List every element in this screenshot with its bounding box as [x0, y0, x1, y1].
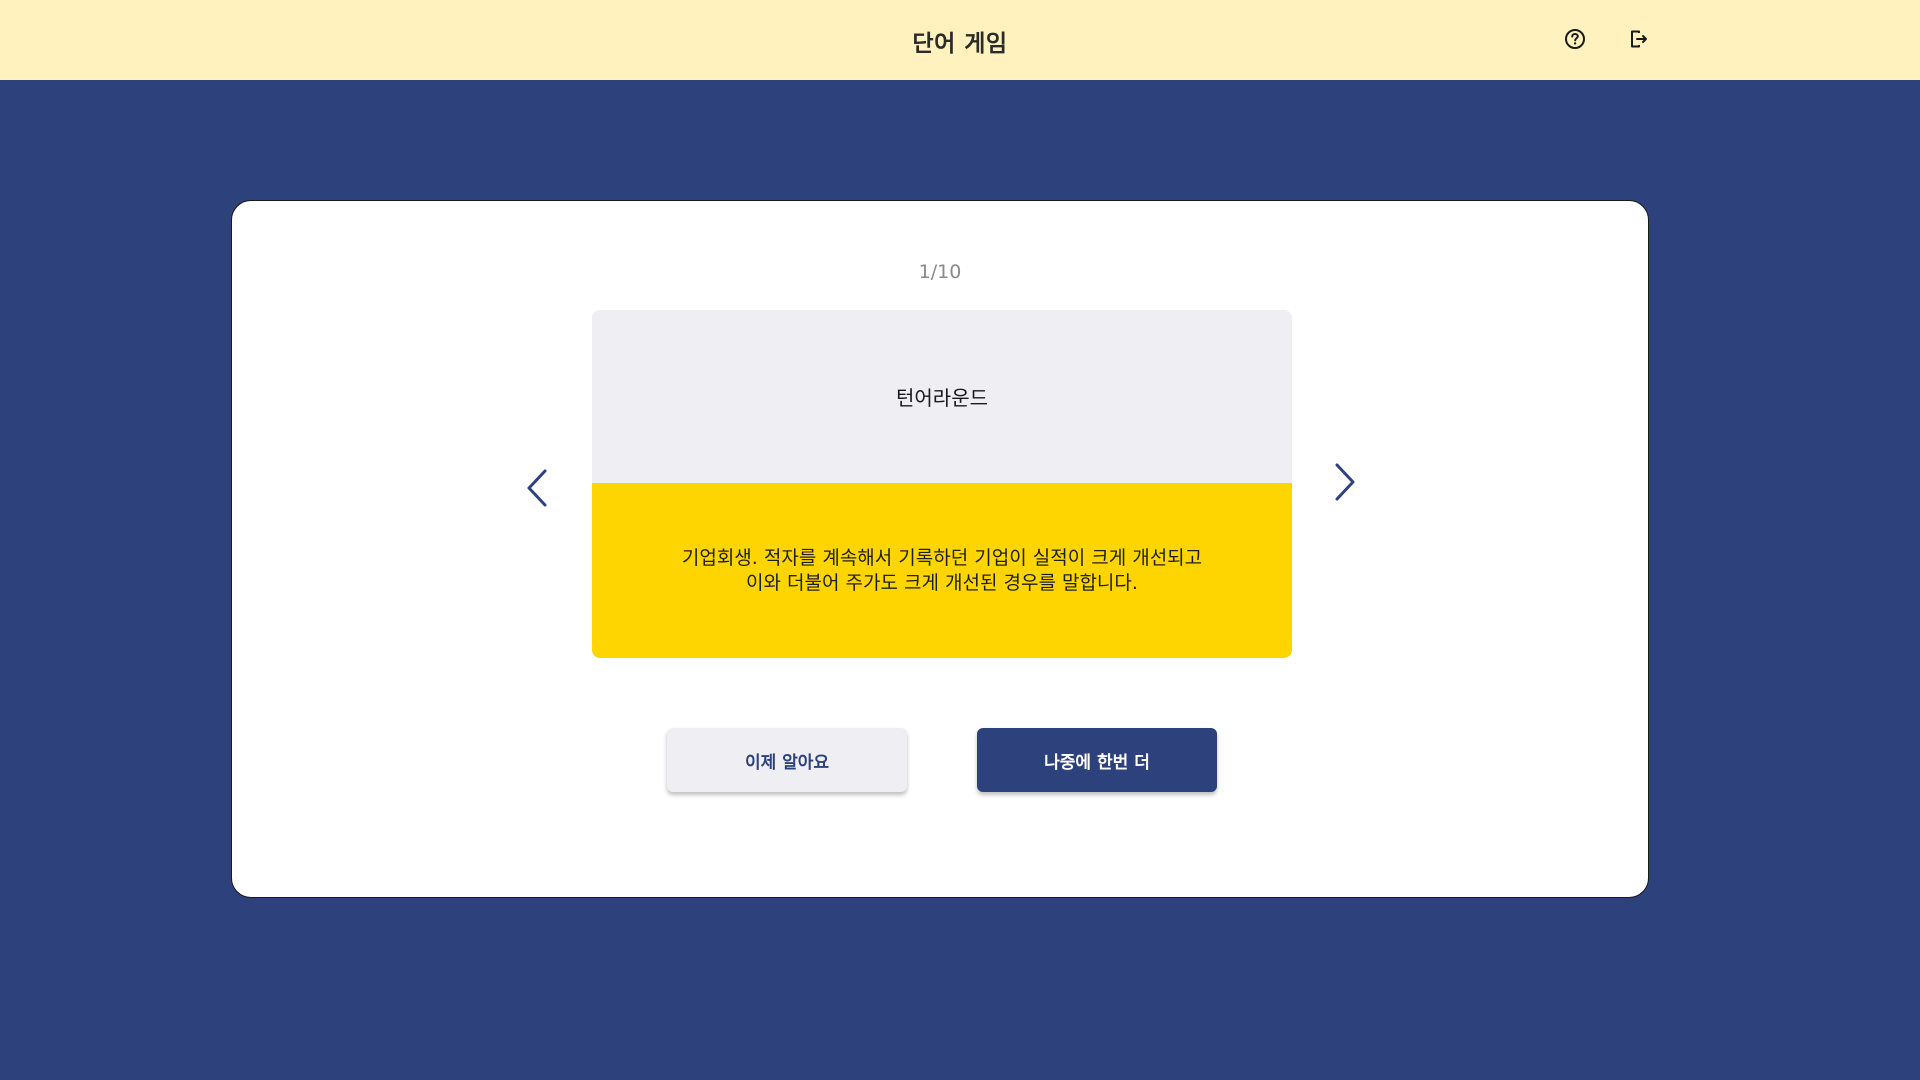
question-circle-icon [1565, 29, 1585, 49]
card-front: 턴어라운드 [592, 310, 1292, 483]
review-later-button[interactable]: 나중에 한번 더 [977, 728, 1217, 792]
next-card-button[interactable] [1325, 457, 1365, 507]
know-it-button[interactable]: 이제 알아요 [667, 728, 907, 792]
flash-card[interactable]: 턴어라운드 기업회생. 적자를 계속해서 기록하던 기업이 실적이 크게 개선되… [592, 310, 1292, 658]
previous-card-button[interactable] [517, 463, 557, 513]
logout-icon [1631, 30, 1647, 48]
top-header: 단어 게임 [0, 0, 1920, 80]
card-back: 기업회생. 적자를 계속해서 기록하던 기업이 실적이 크게 개선되고 이와 더… [592, 483, 1292, 658]
game-panel: 1/10 턴어라운드 기업회생. 적자를 계속해서 기록하던 기업이 실적이 크… [231, 200, 1649, 898]
logout-button[interactable] [1626, 26, 1652, 52]
chevron-left-icon [527, 469, 547, 507]
progress-counter: 1/10 [918, 261, 962, 283]
card-definition: 기업회생. 적자를 계속해서 기록하던 기업이 실적이 크게 개선되고 이와 더… [681, 546, 1203, 594]
card-term: 턴어라운드 [896, 386, 988, 410]
help-button[interactable] [1562, 26, 1588, 52]
chevron-right-icon [1335, 463, 1355, 501]
